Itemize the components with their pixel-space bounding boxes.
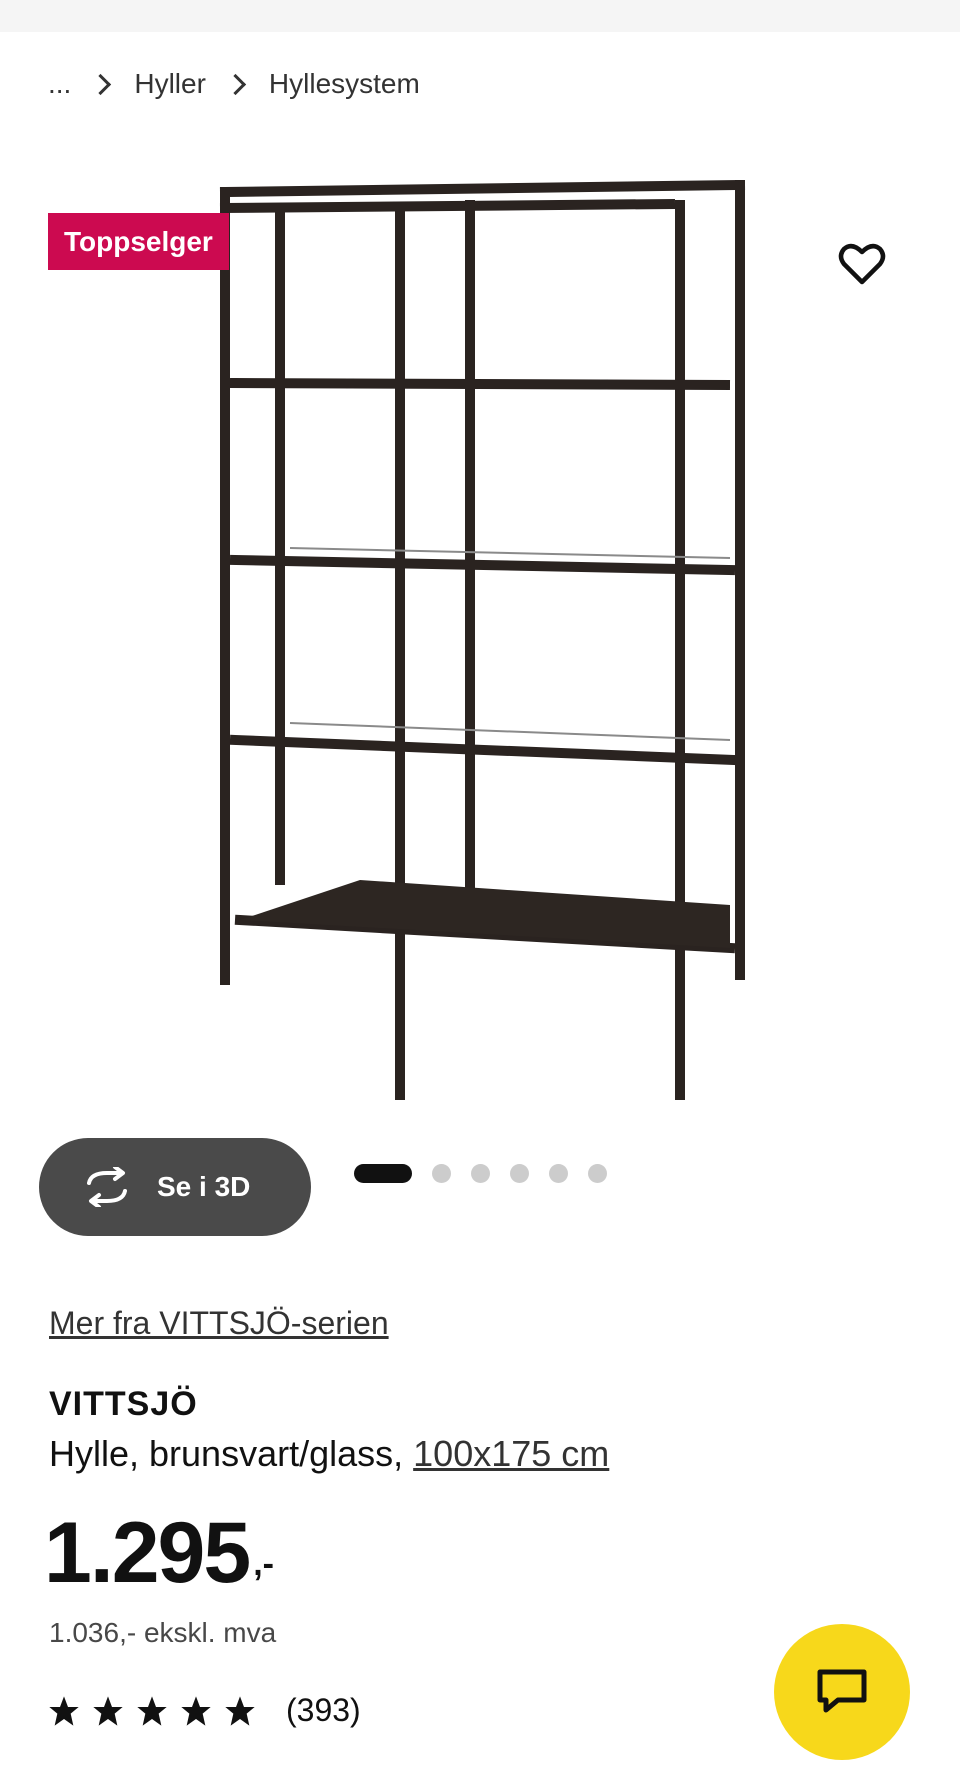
chevron-right-icon (224, 73, 247, 95)
price-main: 1.295 (44, 1505, 251, 1601)
breadcrumb-ellipsis[interactable]: ... (48, 68, 71, 100)
product-image-gallery[interactable]: Se i 3D (0, 150, 960, 1236)
product-measure-link[interactable]: 100x175 cm (413, 1433, 609, 1474)
product-image (219, 180, 746, 1100)
top-seller-badge: Toppselger (48, 213, 229, 270)
top-status-strip (0, 0, 960, 32)
view-in-3d-button[interactable]: Se i 3D (39, 1138, 311, 1236)
pagination-dot[interactable] (588, 1164, 607, 1183)
series-link[interactable]: Mer fra VITTSJÖ-serien (49, 1305, 389, 1342)
product-name: VITTSJÖ (49, 1385, 198, 1423)
star-icon (49, 1695, 79, 1726)
star-icon (225, 1695, 255, 1726)
pagination-dot[interactable] (471, 1164, 490, 1183)
product-description: Hylle, brunsvart/glass, 100x175 cm (49, 1433, 609, 1475)
price-suffix: ,- (253, 1545, 274, 1583)
product-rating[interactable]: (393) (48, 1692, 361, 1729)
star-icon (93, 1695, 123, 1726)
chat-icon (817, 1669, 867, 1713)
breadcrumb-item-hyllesystem[interactable]: Hyllesystem (269, 68, 420, 100)
pagination-dot[interactable] (510, 1164, 529, 1183)
view-in-3d-label: Se i 3D (157, 1171, 251, 1202)
rotate-icon (87, 1167, 127, 1207)
image-pagination (354, 1164, 627, 1183)
chevron-right-icon (90, 73, 112, 95)
breadcrumb-item-hyller[interactable]: Hyller (134, 68, 206, 100)
star-icon (137, 1695, 167, 1726)
chat-button[interactable] (774, 1624, 910, 1760)
review-count: (393) (286, 1692, 361, 1728)
price-excluding-vat: 1.036,- ekskl. mva (49, 1617, 277, 1648)
pagination-dot[interactable] (549, 1164, 568, 1183)
star-icon (181, 1695, 211, 1726)
product-description-text: Hylle, brunsvart/glass, (49, 1433, 404, 1474)
pagination-dot[interactable] (432, 1164, 451, 1183)
pagination-dot-active[interactable] (354, 1164, 412, 1183)
product-price: 1.295 ,- (44, 1510, 274, 1596)
heart-icon[interactable] (836, 238, 888, 290)
breadcrumb: ... Hyller Hyllesystem (48, 64, 420, 104)
